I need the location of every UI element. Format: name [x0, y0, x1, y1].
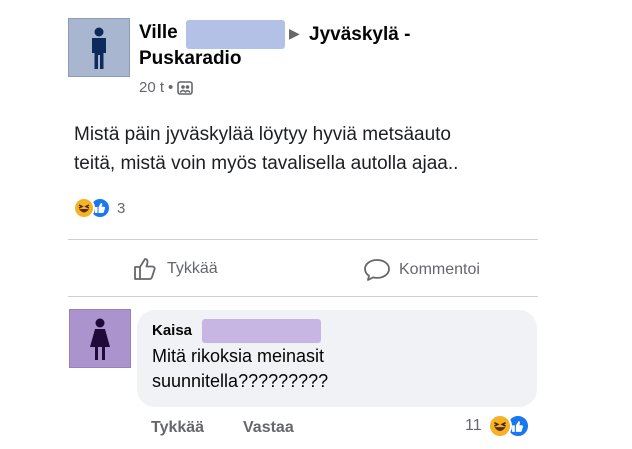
meta-dot: •	[168, 79, 174, 96]
post-body-line2: teitä, mistä voin myös tavalisella autol…	[74, 153, 459, 174]
haha-reaction-icon	[487, 414, 512, 438]
post-timestamp[interactable]: 20 t	[139, 79, 164, 96]
comment-text: Mitä rikoksia meinasit suunnitella??????…	[152, 344, 328, 394]
author-name[interactable]: Ville	[139, 22, 178, 44]
author-surname-redacted	[186, 20, 285, 49]
members-icon	[177, 80, 194, 95]
female-user-icon	[90, 318, 110, 360]
divider-top	[68, 239, 538, 240]
comment-reply-button[interactable]: Vastaa	[243, 419, 294, 437]
comment-icon	[364, 259, 390, 281]
group-name-cont[interactable]: Puskaradio	[139, 48, 241, 70]
like-button[interactable]: Tykkää	[133, 257, 218, 281]
post-body: Mistä päin jyväskylää löytyy hyviä metsä…	[74, 120, 458, 178]
reaction-summary[interactable]: 3	[73, 197, 125, 219]
comment-reactions[interactable]: 11	[465, 414, 530, 438]
author-avatar[interactable]	[68, 18, 130, 77]
thumbs-up-icon	[134, 258, 156, 280]
comment-label: Kommentoi	[399, 261, 480, 278]
haha-reaction-icon	[73, 197, 95, 219]
comment-button[interactable]: Kommentoi	[363, 258, 480, 282]
comment-reaction-count: 11	[465, 417, 482, 434]
group-name[interactable]: Jyväskylä -	[309, 22, 410, 47]
like-label: Tykkää	[167, 260, 218, 277]
comment-text-line2: suunnitella?????????	[152, 371, 329, 391]
post-meta: 20 t •	[139, 79, 194, 96]
divider-bottom	[68, 296, 538, 297]
comment-like-button[interactable]: Tykkää	[151, 419, 204, 437]
male-user-icon	[92, 27, 106, 69]
commenter-name[interactable]: Kaisa	[152, 322, 192, 339]
reaction-count: 3	[117, 199, 126, 217]
share-arrow-icon: ▶	[289, 25, 300, 41]
group-name-line1: Jyväskylä -	[309, 24, 411, 45]
commenter-surname-redacted	[202, 319, 321, 343]
comment-text-line1: Mitä rikoksia meinasit	[152, 346, 325, 366]
commenter-avatar[interactable]	[69, 309, 131, 368]
post-body-line1: Mistä päin jyväskylää löytyy hyviä metsä…	[74, 124, 451, 145]
